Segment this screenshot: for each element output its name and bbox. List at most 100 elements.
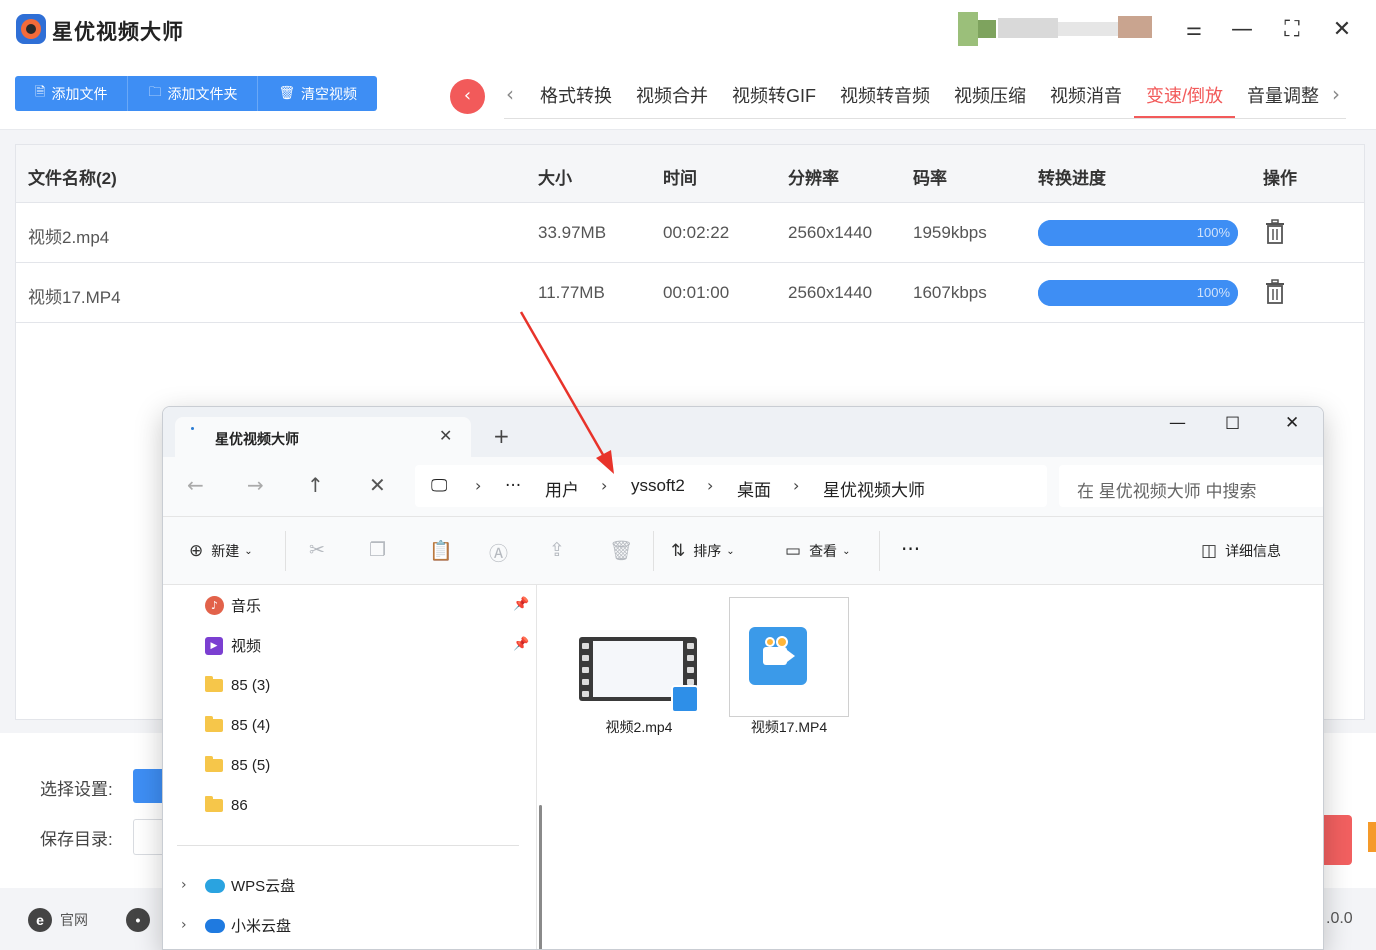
add-folder-button[interactable]: 🗀 添加文件夹 bbox=[128, 76, 259, 111]
tab-video-to-gif[interactable]: 视频转GIF bbox=[720, 74, 828, 118]
file-name: 视频17.MP4 bbox=[750, 719, 828, 735]
details-pane-button[interactable]: ◫ 详细信息 bbox=[1201, 541, 1281, 561]
folder-icon bbox=[205, 796, 223, 812]
explorer-tab-bar: 星优视频大师 ✕ + — ☐ ✕ bbox=[163, 407, 1323, 457]
cut-icon[interactable]: ✂ bbox=[309, 539, 325, 561]
chevron-down-icon: ⌄ bbox=[726, 545, 735, 557]
breadcrumb-users[interactable]: 用户 bbox=[545, 476, 579, 501]
nav-item-folder[interactable]: 85 (5) bbox=[205, 756, 271, 774]
support-link[interactable]: • bbox=[126, 908, 158, 932]
navigation-scrollbar[interactable] bbox=[539, 805, 542, 949]
address-bar[interactable]: 🖵 › ··· 用户 › yssoft2 › 桌面 › 星优视频大师 bbox=[415, 465, 1047, 507]
file-name: 视频2.mp4 bbox=[605, 719, 673, 735]
explorer-minimize-icon[interactable]: — bbox=[1169, 413, 1186, 433]
tab-scroll-left-icon[interactable]: ‹ bbox=[506, 82, 514, 106]
toolbar-divider bbox=[653, 531, 654, 571]
header-actions: 操作 bbox=[1263, 169, 1297, 188]
up-icon[interactable]: ↑ bbox=[307, 473, 324, 497]
blurred-user-avatar[interactable] bbox=[958, 12, 1154, 46]
breadcrumb-current-folder[interactable]: 星优视频大师 bbox=[823, 476, 925, 501]
official-site-link[interactable]: e 官网 bbox=[28, 908, 88, 932]
forward-icon[interactable]: → bbox=[247, 473, 264, 497]
tab-close-icon[interactable]: ✕ bbox=[439, 426, 452, 445]
table-row[interactable]: 视频17.MP4 11.77MB 00:01:00 2560x1440 1607… bbox=[16, 263, 1364, 323]
more-path-icon[interactable]: ··· bbox=[505, 476, 521, 496]
header-resolution[interactable]: 分辨率 bbox=[788, 164, 839, 189]
nav-item-folder[interactable]: 86 bbox=[205, 796, 248, 814]
details-pane-icon: ◫ bbox=[1201, 541, 1218, 561]
tab-video-to-audio[interactable]: 视频转音频 bbox=[828, 74, 942, 118]
delete-trash-icon[interactable] bbox=[1264, 279, 1286, 305]
nav-label: 85 (5) bbox=[231, 757, 271, 774]
more-options-icon[interactable]: ··· bbox=[901, 537, 920, 561]
toolbar-divider bbox=[879, 531, 880, 571]
nav-item-folder[interactable]: 85 (4) bbox=[205, 716, 270, 734]
app-video-icon bbox=[749, 627, 807, 685]
header-filename[interactable]: 文件名称(2) bbox=[28, 164, 117, 189]
computer-icon[interactable]: 🖵 bbox=[431, 476, 447, 496]
tab-volume-adjust[interactable]: 音量调整 bbox=[1235, 74, 1331, 118]
maximize-icon[interactable]: ⛶ bbox=[1278, 16, 1306, 44]
file-icon: 🗎 bbox=[35, 84, 46, 100]
chevron-right-icon[interactable]: › bbox=[181, 917, 187, 933]
settings-sliders-icon[interactable]: ⚌ bbox=[1180, 16, 1208, 44]
chevron-right-icon: › bbox=[793, 476, 800, 495]
delete-icon[interactable]: 🗑 bbox=[609, 539, 633, 562]
header-size[interactable]: 大小 bbox=[538, 164, 572, 189]
table-row[interactable]: 视频2.mp4 33.97MB 00:02:22 2560x1440 1959k… bbox=[16, 203, 1364, 263]
explorer-close-icon[interactable]: ✕ bbox=[1285, 413, 1299, 433]
side-promo-tab[interactable] bbox=[1368, 822, 1376, 852]
tab-scroll-right-icon[interactable]: › bbox=[1332, 82, 1340, 106]
tab-video-merge[interactable]: 视频合并 bbox=[624, 74, 720, 118]
nav-item-videos[interactable]: ▶ 视频 bbox=[205, 635, 261, 656]
breadcrumb-desktop[interactable]: 桌面 bbox=[737, 476, 771, 501]
tab-format-convert[interactable]: 格式转换 bbox=[528, 74, 624, 118]
cell-resolution: 2560x1440 bbox=[788, 283, 873, 302]
explorer-tab[interactable]: 星优视频大师 ✕ bbox=[175, 417, 471, 457]
nav-item-wps-cloud[interactable]: WPS云盘 bbox=[205, 875, 295, 896]
chevron-down-icon: ⌄ bbox=[244, 545, 253, 557]
clear-videos-button[interactable]: 🗑 清空视频 bbox=[258, 76, 377, 111]
nav-label: 音乐 bbox=[231, 598, 262, 615]
chevron-right-icon: › bbox=[601, 476, 608, 495]
new-tab-icon[interactable]: + bbox=[493, 424, 510, 448]
explorer-command-bar: ⊕ 新建 ⌄ ✂ ❐ 📋 Ⓐ ⇪ 🗑 ⇅ 排序 ⌄ ▭ 查看 ⌄ ··· ◫ 详细信息 bbox=[163, 517, 1323, 585]
video-icon: ▶ bbox=[205, 636, 223, 655]
explorer-maximize-icon[interactable]: ☐ bbox=[1225, 414, 1240, 434]
add-file-button[interactable]: 🗎 添加文件 bbox=[15, 76, 129, 111]
sort-button[interactable]: ⇅ 排序 ⌄ bbox=[671, 541, 735, 561]
minimize-icon[interactable]: — bbox=[1228, 16, 1256, 44]
tab-folder-icon bbox=[191, 427, 194, 430]
pin-icon[interactable]: 📌 bbox=[513, 637, 529, 652]
delete-trash-icon[interactable] bbox=[1264, 219, 1286, 245]
header-bitrate[interactable]: 码率 bbox=[913, 164, 947, 189]
tab-speed-reverse[interactable]: 变速/倒放 bbox=[1134, 74, 1236, 118]
start-convert-button[interactable] bbox=[1322, 815, 1352, 865]
explorer-search-box[interactable]: 在 星优视频大师 中搜索 bbox=[1059, 465, 1323, 507]
app-logo-icon bbox=[16, 14, 46, 44]
new-button[interactable]: ⊕ 新建 ⌄ bbox=[189, 541, 253, 561]
file-explorer-window: 星优视频大师 ✕ + — ☐ ✕ ← → ↑ ✕ 🖵 › ··· 用户 › ys… bbox=[162, 406, 1324, 950]
chevron-right-icon[interactable]: › bbox=[181, 877, 187, 893]
close-icon[interactable]: ✕ bbox=[1328, 16, 1356, 44]
toolbar-divider bbox=[285, 531, 286, 571]
tab-video-mute[interactable]: 视频消音 bbox=[1038, 74, 1134, 118]
rename-icon[interactable]: Ⓐ bbox=[489, 539, 508, 566]
back-icon[interactable]: ← bbox=[187, 473, 204, 497]
chevron-right-icon: › bbox=[475, 476, 482, 495]
breadcrumb-user[interactable]: yssoft2 bbox=[631, 476, 685, 496]
pin-icon[interactable]: 📌 bbox=[513, 597, 529, 612]
nav-item-xiaomi-cloud[interactable]: 小米云盘 bbox=[205, 915, 291, 936]
copy-icon[interactable]: ❐ bbox=[369, 539, 386, 561]
cancel-icon[interactable]: ✕ bbox=[369, 473, 386, 497]
view-button[interactable]: ▭ 查看 ⌄ bbox=[785, 541, 850, 561]
nav-item-music[interactable]: ♪ 音乐 bbox=[205, 595, 261, 616]
tab-video-compress[interactable]: 视频压缩 bbox=[942, 74, 1038, 118]
paste-icon[interactable]: 📋 bbox=[429, 539, 453, 562]
back-arrow-icon[interactable]: ‹ bbox=[450, 79, 485, 114]
share-icon[interactable]: ⇪ bbox=[549, 539, 565, 561]
table-header: 文件名称(2) 大小 时间 分辨率 码率 转换进度 操作 bbox=[16, 145, 1364, 203]
header-progress: 转换进度 bbox=[1038, 169, 1106, 188]
nav-item-folder[interactable]: 85 (3) bbox=[205, 676, 270, 694]
header-duration[interactable]: 时间 bbox=[663, 164, 697, 189]
